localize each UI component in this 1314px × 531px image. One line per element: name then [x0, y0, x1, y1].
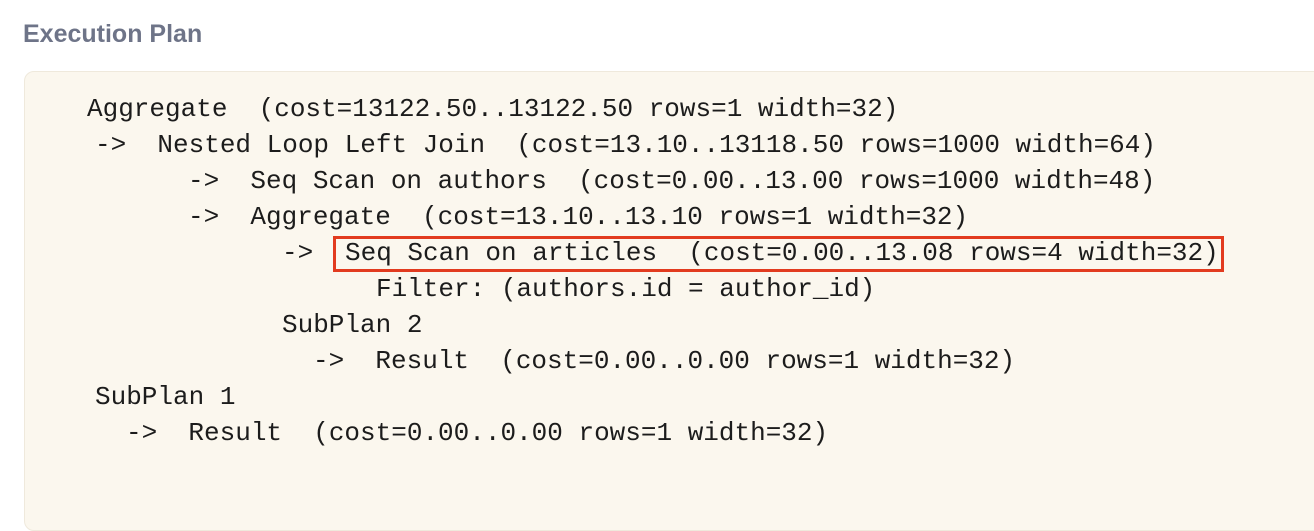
- plan-line-nested-loop: -> Nested Loop Left Join (cost=13.10..13…: [95, 130, 1156, 160]
- plan-line-subplan-1: SubPlan 1: [95, 382, 236, 412]
- plan-line-subplan-2: SubPlan 2: [282, 310, 423, 340]
- plan-line-arrow: ->: [282, 238, 345, 268]
- plan-line-result-subplan-1: -> Result (cost=0.00..0.00 rows=1 width=…: [126, 418, 829, 448]
- plan-line-aggregate-inner: -> Aggregate (cost=13.10..13.10 rows=1 w…: [188, 202, 969, 232]
- plan-line-seq-scan-articles: Seq Scan on articles (cost=0.00..13.08 r…: [345, 238, 1219, 268]
- plan-line-aggregate: Aggregate (cost=13122.50..13122.50 rows=…: [87, 94, 899, 124]
- plan-line-seq-scan-authors: -> Seq Scan on authors (cost=0.00..13.00…: [188, 166, 1156, 196]
- plan-line-result-subplan-2: -> Result (cost=0.00..0.00 rows=1 width=…: [313, 346, 1016, 376]
- section-title: Execution Plan: [23, 20, 203, 48]
- plan-line-filter: Filter: (authors.id = author_id): [376, 274, 876, 304]
